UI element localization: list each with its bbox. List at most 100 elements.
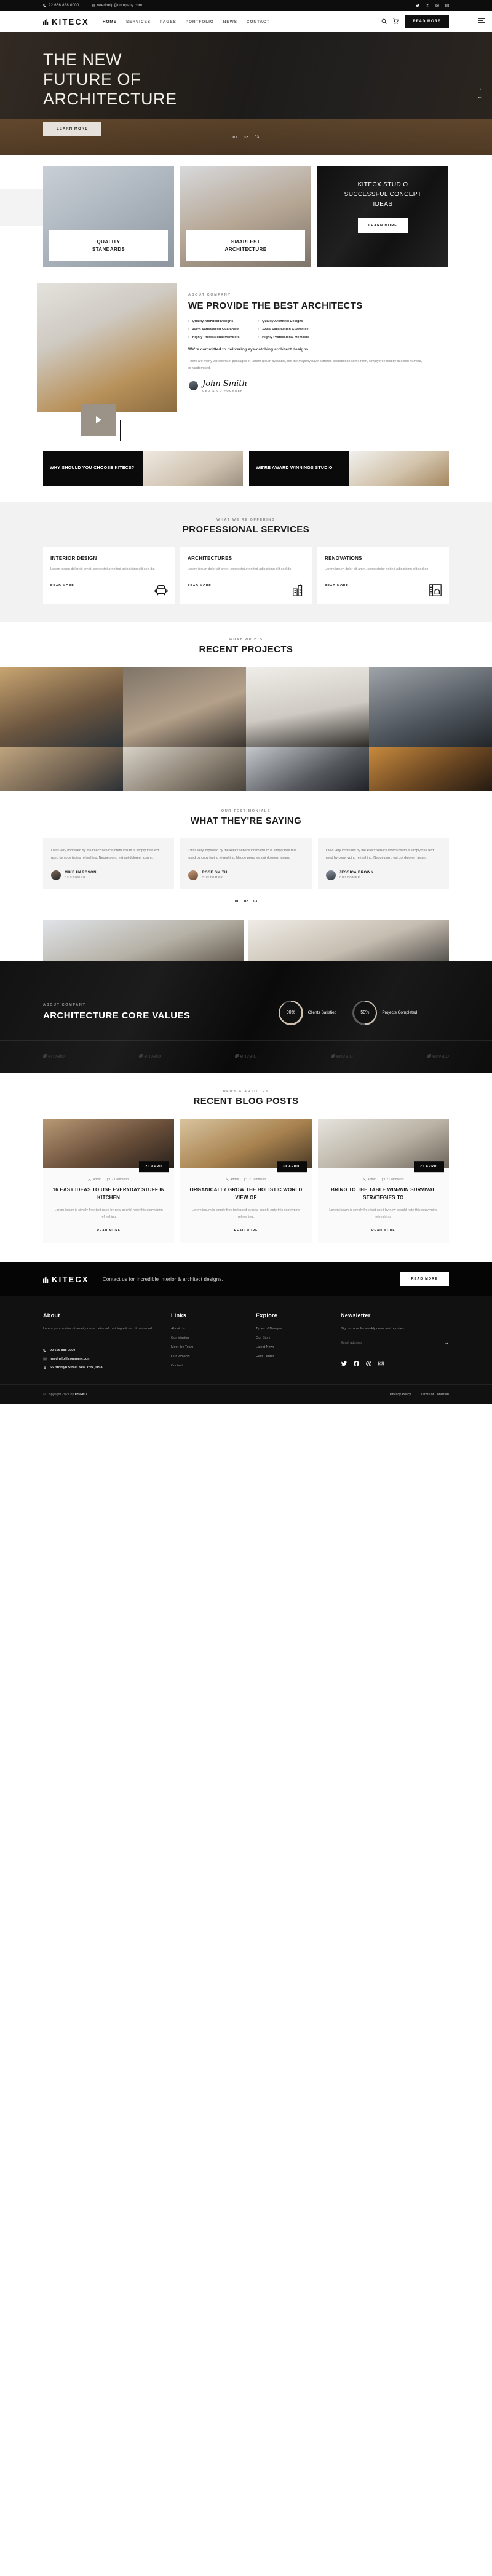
footer-privacy-policy-link[interactable]: Privacy Policy (390, 1393, 411, 1396)
blog-post-read-more-link[interactable]: READ MORE (371, 1229, 395, 1232)
hamburger-menu-icon[interactable] (478, 18, 485, 23)
footer-link-types-of-designs[interactable]: Types of Designs (256, 1327, 330, 1331)
nav-item-news[interactable]: NEWS (223, 20, 237, 24)
hero-prev-arrow-icon[interactable]: ← (477, 95, 482, 100)
project-thumbnail[interactable] (0, 667, 123, 747)
footer-link-help-center[interactable]: Help Center (256, 1355, 330, 1358)
newsletter-email-input[interactable] (341, 1341, 444, 1345)
hero-learn-more-button[interactable]: LEARN MORE (43, 121, 102, 136)
comment-icon (382, 1178, 385, 1181)
promo-card-award[interactable]: WE'RE AWARD WINNINGS STUDIO (249, 451, 449, 486)
dribbble-icon[interactable] (365, 1360, 371, 1366)
testimonial-name: ROSE SMITH (202, 871, 228, 875)
service-desc: Lorem ipsum dolor sit amet, consectetur … (325, 567, 429, 571)
twitter-icon[interactable] (415, 4, 419, 8)
blog-post-comments: 2 Comments (244, 1178, 266, 1181)
footer-email[interactable]: needhelp@company.com (43, 1357, 160, 1361)
facebook-icon[interactable] (353, 1360, 359, 1366)
service-card-interior-design[interactable]: INTERIOR DESIGN Lorem ipsum dolor sit am… (43, 547, 175, 604)
project-thumbnail[interactable] (369, 747, 492, 791)
brand-logo: envato (235, 1053, 257, 1059)
site-logo[interactable]: KITECX (43, 17, 89, 26)
blog-post-read-more-link[interactable]: READ MORE (234, 1229, 258, 1232)
testimonial-card: I was very impresed by the kitecx servic… (317, 838, 449, 889)
testimonial-page-03[interactable]: 03 (253, 900, 258, 905)
nav-item-contact[interactable]: CONTACT (247, 20, 270, 24)
hero-next-arrow-icon[interactable]: → (477, 86, 482, 91)
blog-post-card[interactable]: 20 APRIL Admin 2 Comments BRING TO THE T… (317, 1118, 449, 1243)
blog-header: NEWS & ARTICLES RECENT BLOG POSTS (43, 1090, 449, 1106)
testimonial-name: JESSICA BROWN (339, 871, 374, 875)
project-thumbnail[interactable] (246, 667, 369, 747)
footer-terms-link[interactable]: Terms of Condition (421, 1393, 449, 1396)
dribbble-icon[interactable] (435, 4, 439, 8)
hero-page-01[interactable]: 01 (232, 136, 238, 141)
footer-link-latest-news[interactable]: Latest News (256, 1345, 330, 1349)
video-play-button[interactable] (81, 404, 116, 436)
gallery-image[interactable] (248, 920, 449, 966)
hero-page-03[interactable]: 03 (254, 136, 260, 141)
search-icon[interactable] (381, 16, 387, 27)
testimonial-page-01[interactable]: 01 (234, 900, 239, 905)
project-thumbnail[interactable] (369, 667, 492, 747)
footer-link-contact[interactable]: Contact (171, 1364, 245, 1368)
service-read-more-link[interactable]: READ MORE (50, 584, 74, 588)
project-thumbnail[interactable] (0, 747, 123, 791)
instagram-icon[interactable] (445, 4, 449, 8)
footer-link-our-mission[interactable]: Our Mission (171, 1336, 245, 1340)
twitter-icon[interactable] (341, 1360, 347, 1366)
feature-card-architecture[interactable]: SMARTEST ARCHITECTURE (180, 166, 311, 267)
testimonial-page-02[interactable]: 02 (244, 900, 248, 905)
facebook-icon[interactable] (425, 4, 429, 8)
blog-post-date-badge: 20 APRIL (414, 1160, 444, 1172)
nav-item-home[interactable]: HOME (103, 20, 117, 24)
nav-cta-button[interactable]: READ MORE (405, 15, 449, 28)
footer-link-about-us[interactable]: About Us (171, 1327, 245, 1331)
feature-cards-section: QUALITY STANDARDS SMARTEST ARCHITECTURE KI… (0, 155, 492, 283)
hero-page-02[interactable]: 02 (244, 136, 248, 141)
cta-logo[interactable]: KITECX (43, 1275, 89, 1284)
gallery-image[interactable] (43, 920, 244, 966)
blog-post-author-name: Admin (230, 1177, 239, 1181)
blog-post-date-badge: 20 APRIL (139, 1160, 170, 1172)
feature-card-quality[interactable]: QUALITY STANDARDS (43, 166, 174, 267)
testimonial-author-block: MIKE HARDSON CUSTOMER (65, 871, 97, 879)
feature-card-studio[interactable]: KITECX STUDIO SUCCESSFUL CONCEPT IDEAS L… (317, 166, 448, 267)
cta-text: Contact us for incredible interior & arc… (102, 1276, 223, 1282)
promo-title: WE'RE AWARD WINNINGS STUDIO (249, 451, 349, 486)
footer-link-meet-the-team[interactable]: Meet the Team (171, 1345, 245, 1349)
project-thumbnail[interactable] (123, 747, 246, 791)
blog-post-read-more-link[interactable]: READ MORE (97, 1229, 121, 1232)
service-read-more-link[interactable]: READ MORE (325, 584, 349, 588)
project-thumbnail[interactable] (246, 747, 369, 791)
footer-explore-list: Types of Designs Our Story Latest News H… (256, 1327, 330, 1358)
service-read-more-link[interactable]: READ MORE (188, 584, 212, 588)
promo-title: WHY SHOULD YOU CHOOSE KITECS? (43, 451, 143, 486)
nav-item-portfolio[interactable]: PORTFOLIO (186, 20, 214, 24)
nav-item-services[interactable]: SERVICES (126, 20, 151, 24)
cart-icon[interactable] (393, 16, 399, 27)
footer-link-our-story[interactable]: Our Story (256, 1336, 330, 1340)
avatar (325, 870, 336, 880)
nav-item-pages[interactable]: PAGES (160, 20, 177, 24)
instagram-icon[interactable] (378, 1360, 384, 1366)
footer-about-heading: About (43, 1312, 60, 1318)
testimonial-role: CUSTOMER (202, 876, 223, 880)
cta-read-more-button[interactable]: READ MORE (400, 1272, 449, 1286)
blog-section: NEWS & ARTICLES RECENT BLOG POSTS 20 APR… (0, 1072, 492, 1262)
service-card-renovations[interactable]: RENOVATIONS Lorem ipsum dolor sit amet, … (317, 547, 449, 604)
footer-phone[interactable]: 92 666 888 0000 (43, 1349, 160, 1352)
stat-value: 50% (360, 1010, 370, 1015)
topbar-email[interactable]: needhelp@company.com (91, 4, 143, 7)
promo-card-choose[interactable]: WHY SHOULD YOU CHOOSE KITECS? (43, 451, 243, 486)
avatar (188, 870, 199, 880)
about-signature-row: John Smith CEO & CO FOUNDER (188, 379, 424, 392)
service-card-architectures[interactable]: ARCHITECTURES Lorem ipsum dolor sit amet… (180, 547, 312, 604)
arrow-right-icon[interactable]: → (444, 1341, 449, 1345)
topbar-phone[interactable]: 92 666 888 0000 (43, 4, 79, 7)
project-thumbnail[interactable] (123, 667, 246, 747)
blog-post-card[interactable]: 30 APRIL Admin 2 Comments ORGANICALLY GR… (180, 1118, 312, 1243)
footer-link-our-projects[interactable]: Our Projects (171, 1355, 245, 1358)
feature-card-learn-more-button[interactable]: LEARN MORE (358, 218, 408, 233)
blog-post-card[interactable]: 20 APRIL Admin 2 Comments 16 EASY IDEAS … (43, 1118, 175, 1243)
